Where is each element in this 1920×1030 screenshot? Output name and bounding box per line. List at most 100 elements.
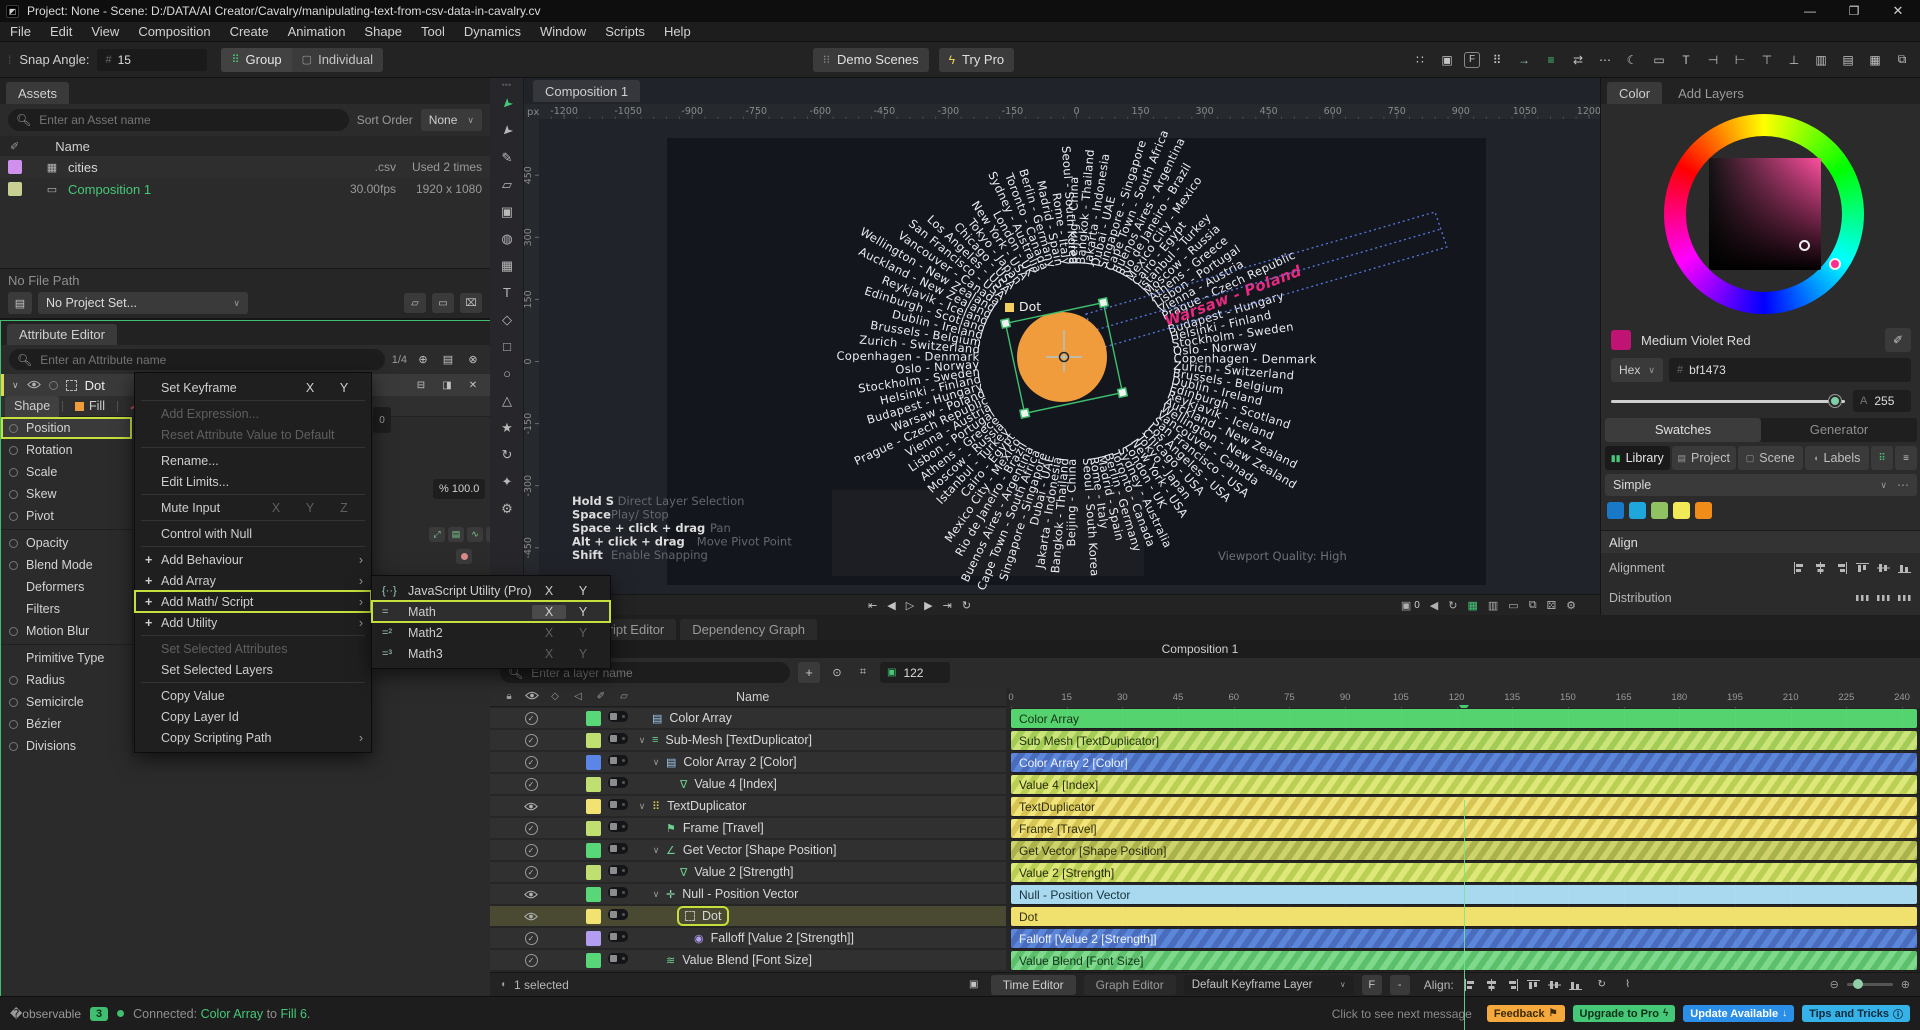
frame-box-icon[interactable]: F [1464,51,1480,68]
status-button-feedback[interactable]: Feedback ⚑ [1486,1005,1565,1022]
text-style-icon[interactable]: T [1676,50,1696,70]
eye-icon[interactable] [520,802,542,811]
footer-align-r-icon[interactable] [1504,977,1522,993]
layer-color-swatch[interactable] [586,754,601,770]
menu-animation[interactable]: Animation [288,24,346,39]
palette-more-button[interactable]: ⋯ [1897,478,1909,492]
go-start-icon[interactable]: ⇤ [868,599,877,612]
rows-icon[interactable]: ▤ [1838,50,1858,70]
visibility-toggle[interactable] [608,841,628,859]
message-count-badge[interactable]: 3 [90,1006,109,1021]
bars-icon[interactable]: ▤ [448,527,464,542]
shortcut-key[interactable]: Y [293,501,327,515]
menu-item-control-with-null[interactable]: Control with Null [135,523,371,544]
menu-tool[interactable]: Tool [421,24,445,39]
text-tool-icon[interactable]: T [490,279,524,306]
loop-small-icon[interactable]: ↻ [1593,977,1611,993]
tab-shape[interactable]: Shape [5,395,60,417]
magnet-icon[interactable]: ⌇ [1619,977,1637,993]
footer-align-b2-icon[interactable] [1567,977,1585,993]
attribute-item-blend-mode[interactable]: Blend Mode [1,554,132,576]
timeline-bar[interactable]: Color Array 2 [Color] [1011,753,1917,772]
export-frame-icon[interactable]: ⧉ [1529,599,1537,612]
layer-name-wrap[interactable]: ≋ Value Blend [Font Size] [666,953,812,967]
library-tab-scene[interactable]: ▢ Scene [1738,446,1803,470]
visibility-toggle[interactable] [608,951,628,969]
eye-icon[interactable] [520,890,542,899]
asset-row[interactable]: ▦ cities .csv Used 2 times [0,156,490,178]
shortcut-key[interactable]: Z [327,501,361,515]
menu-item-copy-scripting-path[interactable]: Copy Scripting Path › [135,727,371,748]
asset-color-swatch[interactable] [8,182,22,196]
alpha-value-field[interactable]: A 255 [1853,390,1911,412]
menu-item-add-math-script[interactable]: + Add Math/ Script › [134,590,372,613]
enabled-check-icon[interactable]: ✓ [520,755,542,769]
dice-icon[interactable]: ⚄ [1547,599,1557,612]
distribute-icon-0[interactable] [1853,590,1871,606]
shortcut-y[interactable]: Y [566,647,600,661]
distribute-icon-1[interactable] [1874,590,1892,606]
submenu-item-math2[interactable]: =² Math2 X Y [372,622,610,643]
enabled-check-icon[interactable]: ✓ [520,865,542,879]
opacity-value-field[interactable]: % 100.0 [433,479,485,499]
palette-swatch[interactable] [1651,502,1668,519]
menu-window[interactable]: Window [540,24,586,39]
shortcut-y[interactable]: Y [566,584,600,598]
step-forward-icon[interactable]: ▶ [924,599,932,612]
project-icon[interactable]: ▤ [8,292,32,314]
loop-icon[interactable]: ↻ [962,599,971,612]
visibility-toggle[interactable] [608,753,628,771]
mesh-tool-icon[interactable]: ▦ [490,252,524,279]
asset-search-input[interactable]: 🔍︎ [8,109,349,131]
timeline-track[interactable]: Color Array 2 [Color] [1010,752,1920,773]
library-tab-library[interactable]: ▮▮ Library [1605,446,1670,470]
timeline-bar[interactable]: Value 4 [Index] [1011,775,1917,794]
lock-icon[interactable]: 🔒︎ [502,691,516,702]
palette-swatch[interactable] [1629,502,1646,519]
group-mode-button[interactable]: ⠿ Group [221,47,292,72]
enabled-check-icon[interactable]: ✓ [520,931,542,945]
timeline-track[interactable]: Value 4 [Index] [1010,774,1920,795]
keyframe-f-box[interactable]: F [1361,974,1382,995]
cube-icon[interactable]: ◇ [548,691,562,702]
shortcut-x[interactable]: X [532,604,566,619]
visibility-toggle[interactable] [608,797,628,815]
attribute-item-divisions[interactable]: Divisions [1,735,132,757]
layer-row[interactable]: ∨ ✛ Null - Position Vector [490,884,1006,905]
selection-handle[interactable] [999,317,1012,330]
collapse-left-icon[interactable]: ◖ [500,979,506,990]
layer-name-wrap[interactable]: ⠿ TextDuplicator [652,799,746,813]
shortcut-y[interactable]: Y [566,626,600,640]
viewport-composition-tab[interactable]: Composition 1 [533,80,641,102]
menu-item-edit-limits-[interactable]: Edit Limits... [135,471,371,492]
project-set-select[interactable]: No Project Set... ∨ [38,292,248,314]
menu-file[interactable]: File [10,24,31,39]
shortcut-key[interactable]: X [259,501,293,515]
layer-name-wrap[interactable]: ⚑ Frame [Travel] [666,821,764,835]
visibility-toggle[interactable] [608,885,628,903]
graph-icon[interactable]: ⤢ [429,527,445,542]
menu-item-mute-input[interactable]: Mute Input X Y Z [135,497,371,518]
settings-tool-icon[interactable]: ⚙ [490,495,524,522]
next-message-hint[interactable]: Click to see next message [1332,1007,1472,1021]
distribute-icon-2[interactable] [1895,590,1913,606]
attribute-editor-tab[interactable]: Attribute Editor [7,324,117,345]
checker-icon[interactable]: ▥ [1488,599,1498,612]
layer-name-wrap[interactable]: ∇ Value 4 [Index] [680,777,777,791]
more-icon[interactable]: ⋯ [1595,50,1615,70]
snap-grid-icon[interactable]: ▦ [1467,599,1477,612]
current-color-swatch[interactable] [1611,330,1631,350]
shortcut-key[interactable]: Y [327,381,361,395]
viewport-settings-icon[interactable]: ⚙ [1566,599,1576,612]
footer-align-m2-icon[interactable] [1546,977,1564,993]
layer-row[interactable]: ∨ ⠿ TextDuplicator [490,796,1006,817]
enabled-check-icon[interactable]: ✓ [520,733,542,747]
grid-view-icon[interactable]: ⠿ [1871,446,1893,470]
expand-chevron-icon[interactable]: ∨ [646,757,666,768]
attribute-item-filters[interactable]: Filters [1,598,132,620]
visibility-toggle[interactable] [608,907,628,925]
timeline-bar[interactable]: Sub Mesh [TextDuplicator] [1011,731,1917,750]
color-tab[interactable]: Color [1607,82,1663,104]
scatter-icon[interactable]: ⠿ [1487,50,1507,70]
menu-create[interactable]: Create [230,24,269,39]
